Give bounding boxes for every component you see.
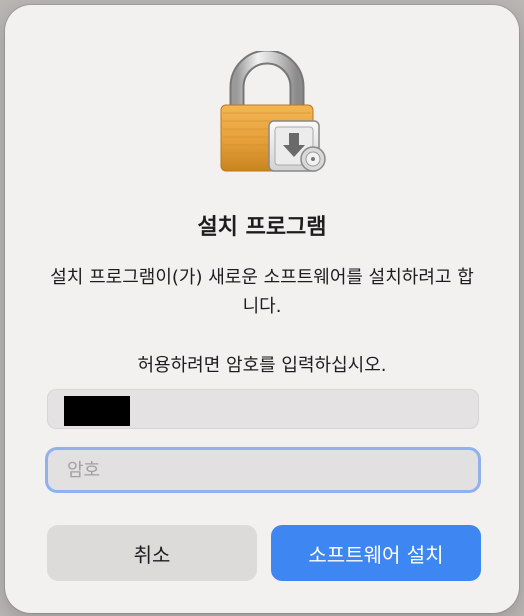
dialog-message: 설치 프로그램이(가) 새로운 소프트웨어를 설치하려고 합니다. [50, 267, 474, 317]
installer-auth-dialog: 설치 프로그램 설치 프로그램이(가) 새로운 소프트웨어를 설치하려고 합니다… [5, 5, 519, 613]
install-software-button[interactable]: 소프트웨어 설치 [271, 525, 481, 581]
password-field[interactable] [45, 447, 481, 493]
cancel-button[interactable]: 취소 [47, 525, 257, 581]
username-field[interactable] [47, 389, 479, 429]
password-prompt: 허용하려면 암호를 입력하십시오. [137, 355, 387, 376]
redacted-username [64, 396, 130, 426]
dialog-title: 설치 프로그램 [197, 215, 327, 240]
lock-with-installer-icon [217, 49, 337, 181]
